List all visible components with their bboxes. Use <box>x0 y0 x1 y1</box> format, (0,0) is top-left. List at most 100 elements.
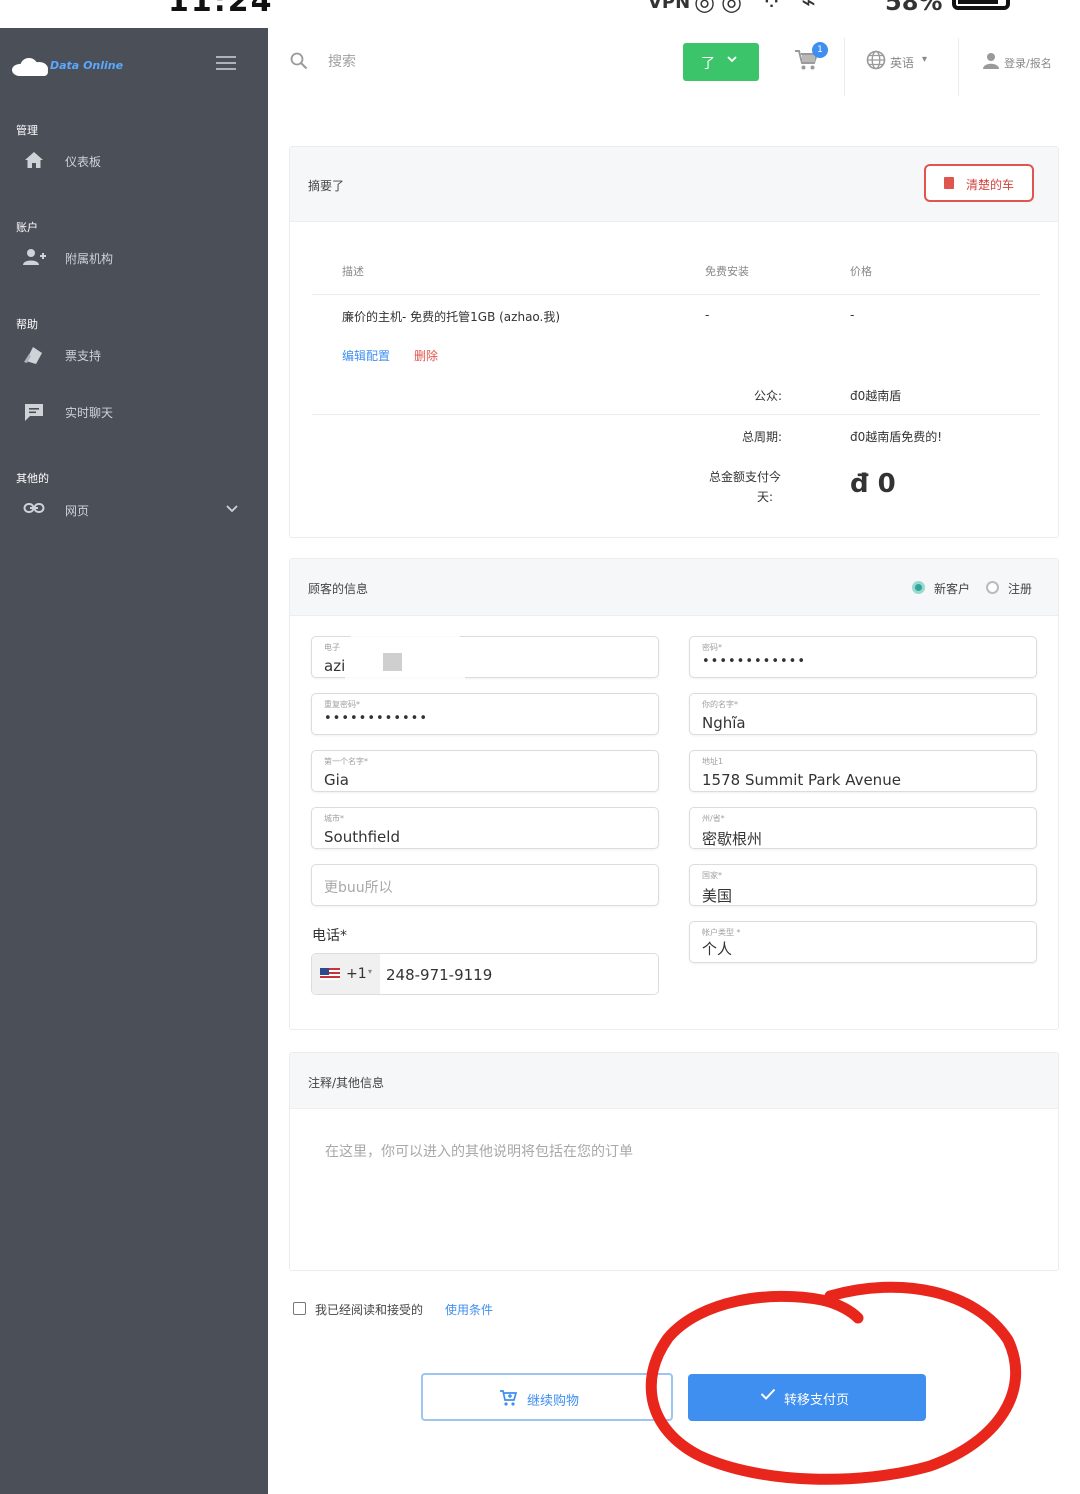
last-name-field[interactable]: 你的名字* Nghĩa <box>689 693 1037 735</box>
field-label: 帐户类型 * <box>702 928 741 937</box>
brand-name: Data Online <box>50 59 124 72</box>
card-header: 顾客的信息 新客户 注册 <box>290 559 1058 616</box>
search-icon[interactable] <box>290 52 308 70</box>
section-title-manage: 管理 <box>16 124 38 137</box>
field-placeholder: 更buu所以 <box>324 880 393 896</box>
continue-shopping-button[interactable]: 继续购物 <box>421 1373 673 1421</box>
field-label: 你的名字* <box>702 700 738 709</box>
sidebar-item-label: 实时聊天 <box>65 406 114 420</box>
check-icon <box>760 1388 776 1404</box>
radio-label: 注册 <box>1008 582 1033 596</box>
remove-item-link[interactable]: 删除 <box>414 347 438 364</box>
radio-new-customer[interactable]: 新客户 <box>912 579 982 596</box>
state-field[interactable]: 州/省* 密歇根州 <box>689 807 1037 849</box>
caret-down-icon: ▾ <box>922 54 928 65</box>
caret-down-icon: ▾ <box>368 967 373 976</box>
login-label: 登录/报名 <box>1004 57 1052 70</box>
language-selector[interactable]: 英语 ▾ <box>866 50 927 74</box>
login-register-link[interactable]: 登录/报名 <box>982 52 1052 74</box>
radio-register[interactable]: 注册 <box>986 579 1046 596</box>
card-header: 摘要了 清楚的车 <box>290 147 1058 222</box>
terms-link[interactable]: 使用条件 <box>445 1301 493 1318</box>
notes-textarea-placeholder[interactable]: 在这里，你可以进入的其他说明将包括在您的订单 <box>325 1141 633 1161</box>
checkout-label: 转移支付页 <box>784 1393 850 1408</box>
address-field[interactable]: 地址1 1578 Summit Park Avenue <box>689 750 1037 792</box>
edit-config-link[interactable]: 编辑配置 <box>342 347 390 364</box>
country-code-selector[interactable]: +1 ▾ <box>312 954 380 994</box>
card-header: 注释/其他信息 <box>290 1053 1058 1109</box>
field-label: 电子 <box>324 643 340 652</box>
field-label: 城市* <box>324 814 344 823</box>
checkout-button[interactable]: 转移支付页 <box>688 1374 926 1421</box>
card-title: 顾客的信息 <box>308 582 369 596</box>
first-name-field[interactable]: 第一个名字* Gia <box>311 750 659 792</box>
battery-icon <box>952 0 1010 10</box>
cloud-icon <box>12 56 50 76</box>
field-value: 个人 <box>702 940 733 958</box>
sidebar-item-dashboard[interactable]: 仪表板 <box>22 147 252 177</box>
radio-selected-icon <box>912 581 925 594</box>
total-today-label: 总金额支付今 <box>708 470 781 484</box>
cart-plus-icon <box>499 1389 518 1407</box>
cart-count-badge: 1 <box>812 42 828 58</box>
column-header-description: 描述 <box>342 265 364 278</box>
radio-label: 新客户 <box>934 582 971 596</box>
terms-checkbox[interactable] <box>293 1302 306 1315</box>
city-field[interactable]: 城市* Southfield <box>311 807 659 849</box>
sidebar-item-web[interactable]: 网页 <box>22 496 252 526</box>
divider <box>312 414 1040 415</box>
divider <box>312 294 1040 295</box>
status-bar: 11:24 VPN ◎◎ ⁘ ⌁ 58% <box>0 0 1080 28</box>
phone-field[interactable]: +1 ▾ 248-971-9119 <box>311 953 659 995</box>
extra-field[interactable]: 更buu所以 <box>311 864 659 906</box>
add-user-icon <box>22 248 46 268</box>
sidebar-item-label: 票支持 <box>65 349 102 363</box>
vpn-indicator: VPN <box>648 0 691 13</box>
section-title-other: 其他的 <box>16 472 49 485</box>
hamburger-menu-icon[interactable] <box>216 56 236 70</box>
field-value: •••••••••••• <box>702 654 807 669</box>
password-field[interactable]: 密码* •••••••••••• <box>689 636 1037 678</box>
sidebar: Data Online 管理 仪表板 账户 附属机构 帮助 票支持 实时聊天 其… <box>0 28 268 1494</box>
sidebar-item-affiliates[interactable]: 附属机构 <box>22 244 252 274</box>
top-bar: 了 1 英语 ▾ 登录/报名 <box>268 28 1080 98</box>
account-type-field[interactable]: 帐户类型 * 个人 <box>689 921 1037 963</box>
chevron-down-icon[interactable] <box>226 502 238 516</box>
public-label: 公众: <box>753 389 782 403</box>
field-value: •••••••••••• <box>324 711 429 726</box>
status-icons: ◎◎ ⁘ ⌁ <box>694 0 822 16</box>
redaction-block <box>383 653 402 671</box>
clear-cart-button[interactable]: 清楚的车 <box>924 164 1034 202</box>
card-title: 注释/其他信息 <box>308 1076 385 1090</box>
section-title-help: 帮助 <box>16 318 38 331</box>
field-label: 第一个名字* <box>324 757 368 766</box>
search-input[interactable] <box>328 50 528 74</box>
product-setup-fee: - <box>705 308 710 322</box>
brand-logo[interactable]: Data Online <box>10 52 130 80</box>
total-today-label-line2: 天: <box>756 490 774 504</box>
cycle-value: đ0越南盾免费的! <box>850 430 943 444</box>
field-label: 重复密码* <box>324 700 360 709</box>
field-value: 1578 Summit Park Avenue <box>702 771 901 789</box>
chevron-down-icon <box>727 53 737 66</box>
column-header-setup: 免费安装 <box>705 265 749 278</box>
card-title: 摘要了 <box>308 179 345 193</box>
field-label: 地址1 <box>702 757 724 766</box>
field-value: Southfield <box>324 828 400 846</box>
total-today-value: đ 0 <box>850 469 896 499</box>
country-field[interactable]: 国家* 美国 <box>689 864 1037 906</box>
radio-unselected-icon <box>986 581 999 594</box>
country-code: +1 <box>346 966 367 982</box>
field-value: 美国 <box>702 887 733 905</box>
sidebar-item-tickets[interactable]: 票支持 <box>22 341 252 371</box>
divider <box>958 38 959 96</box>
currency-dropdown-button[interactable]: 了 <box>683 43 759 81</box>
field-label: 密码* <box>702 643 722 652</box>
public-value: đ0越南盾 <box>850 389 902 403</box>
sidebar-item-live-chat[interactable]: 实时聊天 <box>22 398 252 428</box>
cycle-label: 总周期: <box>741 430 782 444</box>
cart-button[interactable]: 1 <box>794 42 828 78</box>
column-header-price: 价格 <box>850 265 872 278</box>
sidebar-item-label: 仪表板 <box>65 155 102 169</box>
confirm-password-field[interactable]: 重复密码* •••••••••••• <box>311 693 659 735</box>
